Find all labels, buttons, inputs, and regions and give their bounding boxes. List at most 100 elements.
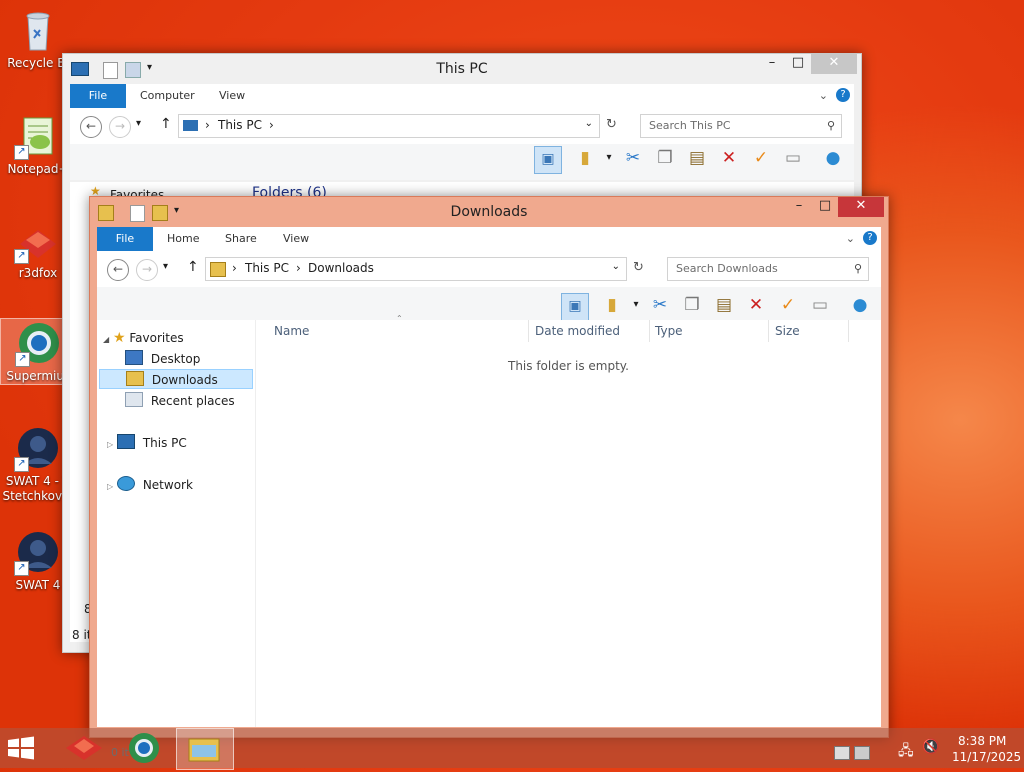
tab-share[interactable]: Share [213, 227, 269, 251]
this-pc-icon [116, 434, 135, 449]
tab-home[interactable]: Home [155, 227, 211, 251]
checkmark-icon[interactable]: ✓ [748, 146, 774, 172]
forward-button[interactable]: → [136, 259, 158, 281]
delete-icon[interactable]: ✕ [743, 293, 769, 319]
taskbar-supermium[interactable] [118, 728, 174, 768]
nav-this-pc[interactable]: ▷ This PC [107, 433, 187, 453]
details-view-icon [853, 746, 870, 760]
tab-file[interactable]: File [70, 84, 126, 108]
column-name[interactable]: Name [274, 324, 309, 338]
recent-locations-icon[interactable]: ▾ [136, 118, 141, 129]
taskbar-r3dfox[interactable] [56, 728, 112, 768]
maximize-button[interactable]: □ [785, 54, 811, 74]
tab-file[interactable]: File [97, 227, 153, 251]
tab-view[interactable]: View [271, 227, 321, 251]
nav-recent-places[interactable]: Recent places [125, 391, 235, 411]
search-icon: ⚲ [826, 119, 835, 132]
folder-options-icon[interactable]: ▮ [572, 146, 598, 172]
refresh-button[interactable]: ↻ [633, 260, 644, 275]
desktop-icon [125, 350, 143, 365]
clock-date[interactable]: 11/17/2025 [952, 750, 1021, 764]
tab-computer[interactable]: Computer [128, 84, 207, 108]
refresh-button[interactable]: ↻ [606, 117, 617, 132]
expand-arrow-icon[interactable]: ◢ [103, 335, 109, 344]
column-date-modified[interactable]: Date modified [535, 324, 620, 338]
nav-downloads[interactable]: Downloads [99, 369, 253, 389]
address-bar[interactable]: › This PC › ⌄ [178, 114, 600, 138]
folder-options-icon[interactable]: ▮ [599, 293, 625, 319]
ribbon-expand-icon[interactable]: ⌄ [819, 89, 828, 102]
column-separator[interactable] [768, 320, 769, 342]
recent-locations-icon[interactable]: ▾ [163, 261, 168, 272]
breadcrumb-sep-icon: › [205, 118, 210, 132]
close-button[interactable]: ✕ [838, 197, 884, 217]
ribbon-expand-icon[interactable]: ⌄ [846, 232, 855, 245]
preview-pane-icon[interactable]: ▣ [561, 293, 589, 321]
minimize-button[interactable]: – [786, 197, 812, 217]
rename-icon[interactable]: ▭ [780, 146, 806, 172]
column-size[interactable]: Size [775, 324, 800, 338]
shell-icon[interactable]: ● [847, 293, 873, 319]
tab-view[interactable]: View [207, 84, 257, 108]
downloads-window[interactable]: ▾ Downloads – □ ✕ File Home Share View ⌄… [89, 196, 889, 738]
clock-time[interactable]: 8:38 PM [958, 734, 1006, 748]
nav-label: This PC [142, 436, 187, 450]
help-icon[interactable]: ? [836, 88, 850, 102]
search-box[interactable]: Search This PC ⚲ [640, 114, 842, 138]
help-icon[interactable]: ? [863, 231, 877, 245]
this-pc-small-icon [183, 120, 198, 131]
close-button[interactable]: ✕ [811, 54, 857, 74]
back-button[interactable]: ← [80, 116, 102, 138]
checkmark-icon[interactable]: ✓ [775, 293, 801, 319]
forward-button[interactable]: → [109, 116, 131, 138]
dropdown-icon[interactable]: ▾ [596, 146, 622, 172]
paste-icon[interactable]: ▤ [711, 293, 737, 319]
column-separator[interactable] [649, 320, 650, 342]
network-tray-icon[interactable]: 🖧 [898, 740, 914, 764]
maximize-button[interactable]: □ [812, 197, 838, 217]
minimize-button[interactable]: – [759, 54, 785, 74]
taskbar: 0 it 🖧 🔇 8:38 PM 11/17/2025 [0, 728, 1024, 770]
column-separator[interactable] [528, 320, 529, 342]
nav-label: Recent places [150, 394, 235, 408]
up-button[interactable]: ↑ [187, 259, 199, 275]
supermium-icon: ↗ [15, 319, 63, 367]
taskbar-preview-icons[interactable] [834, 746, 870, 760]
cut-icon[interactable]: ✂ [647, 293, 673, 319]
address-dropdown-icon[interactable]: ⌄ [612, 261, 620, 272]
start-button[interactable] [6, 736, 38, 760]
dropdown-icon[interactable]: ▾ [623, 293, 649, 319]
paste-icon[interactable]: ▤ [684, 146, 710, 172]
volume-muted-icon[interactable]: 🔇 [922, 739, 939, 755]
column-separator[interactable] [848, 320, 849, 342]
title-bar[interactable]: ▾ Downloads – □ ✕ [90, 197, 888, 227]
back-button[interactable]: ← [107, 259, 129, 281]
search-placeholder: Search This PC [649, 119, 731, 132]
address-dropdown-icon[interactable]: ⌄ [585, 118, 593, 129]
nav-favorites[interactable]: ◢ ★ Favorites [103, 328, 184, 348]
downloads-folder-icon [126, 371, 144, 386]
up-button[interactable]: ↑ [160, 116, 172, 132]
swat4-icon: ↗ [14, 424, 62, 472]
cut-icon[interactable]: ✂ [620, 146, 646, 172]
breadcrumb-downloads[interactable]: Downloads [308, 261, 374, 275]
copy-icon[interactable]: ❐ [652, 146, 678, 172]
nav-desktop[interactable]: Desktop [125, 349, 200, 369]
windows-logo-icon [8, 736, 34, 760]
search-box[interactable]: Search Downloads ⚲ [667, 257, 869, 281]
preview-pane-icon[interactable]: ▣ [534, 146, 562, 174]
shell-icon[interactable]: ● [820, 146, 846, 172]
title-bar[interactable]: ▾ This PC – □ ✕ [63, 54, 861, 84]
rename-icon[interactable]: ▭ [807, 293, 833, 319]
recycle-bin-icon [14, 6, 62, 54]
expand-arrow-icon[interactable]: ▷ [107, 482, 113, 491]
column-type[interactable]: Type [655, 324, 683, 338]
expand-arrow-icon[interactable]: ▷ [107, 440, 113, 449]
address-bar[interactable]: › This PC › Downloads ⌄ [205, 257, 627, 281]
nav-network[interactable]: ▷ Network [107, 475, 193, 495]
breadcrumb-this-pc[interactable]: This PC [245, 261, 289, 275]
delete-icon[interactable]: ✕ [716, 146, 742, 172]
copy-icon[interactable]: ❐ [679, 293, 705, 319]
taskbar-file-explorer[interactable] [176, 728, 234, 770]
breadcrumb-this-pc[interactable]: This PC [218, 118, 262, 132]
